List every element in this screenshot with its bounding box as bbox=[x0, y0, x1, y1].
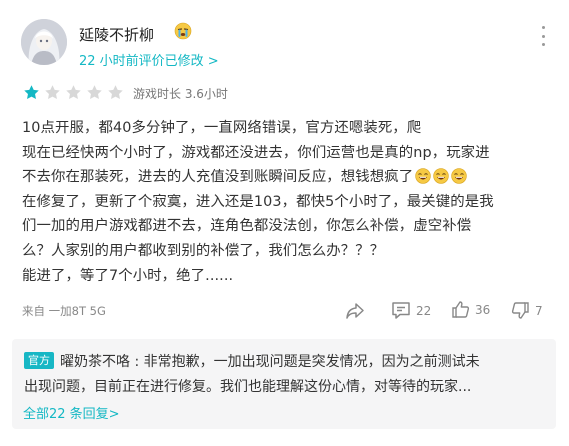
review-line: 不去你在那装死，进去的人充值没到账瞬间反应，想钱想疯了 bbox=[22, 165, 547, 190]
rating-stars bbox=[23, 84, 124, 101]
star-empty-icon bbox=[45, 85, 60, 100]
review-line: 么？人家别的用户都收到别的补偿了，我们怎么办？？？ bbox=[22, 242, 385, 259]
like-button[interactable]: 36 bbox=[451, 300, 490, 319]
comment-icon bbox=[392, 302, 410, 319]
review-card: 延陵不折柳 22 小时前评价已修改 > 游戏时长 3.6小时 10点开服，都40… bbox=[0, 0, 569, 446]
dislike-button[interactable]: 7 bbox=[511, 301, 543, 320]
official-reply[interactable]: 官方 曜奶茶不咯 : 非常抱歉，一加出现问题是突发情况，因为之前测试未 出现问题，… bbox=[12, 339, 556, 429]
more-options-icon[interactable] bbox=[536, 26, 550, 46]
comment-button[interactable]: 22 bbox=[391, 301, 431, 320]
review-line: 能进了，等了7个小时，绝了...... bbox=[22, 267, 234, 284]
star-empty-icon bbox=[66, 85, 81, 100]
grinning-sweat-emoji-icon bbox=[451, 168, 467, 184]
review-text: 10点开服，都40多分钟了，一直网络错误，官方还嗯装死，爬 现在已经快两个小时了… bbox=[22, 116, 547, 288]
comment-count: 22 bbox=[416, 303, 432, 318]
review-actions: 22 36 7 bbox=[0, 298, 569, 322]
review-line: 们一加的用户游戏都进不去，连角色都没法创，你怎么补偿，虚空补偿 bbox=[22, 218, 472, 235]
review-line: 现在已经快两个小时了，游戏都还没进去，你们运营也是真的np，玩家进 bbox=[22, 144, 490, 161]
all-replies-link[interactable]: 全部22 条回复> bbox=[23, 403, 120, 422]
review-time-edited-link[interactable]: 22 小时前评价已修改 > bbox=[79, 50, 219, 69]
share-icon bbox=[346, 303, 364, 319]
dislike-count: 7 bbox=[535, 303, 543, 318]
grinning-sweat-emoji-icon bbox=[415, 168, 431, 184]
star-empty-icon bbox=[108, 85, 123, 100]
reply-second-line: 出现问题，目前正在进行修复。我们也能理解这份心情，对等待的玩家... bbox=[24, 379, 472, 395]
crying-face-icon bbox=[174, 22, 192, 40]
star-filled-icon bbox=[24, 85, 39, 100]
like-count: 36 bbox=[475, 302, 491, 317]
reply-text: 曜奶茶不咯 : 非常抱歉，一加出现问题是突发情况，因为之前测试未 bbox=[60, 354, 480, 370]
star-empty-icon bbox=[87, 85, 102, 100]
user-avatar[interactable] bbox=[21, 19, 67, 65]
thumbs-down-icon bbox=[511, 302, 529, 319]
reply-first-line: 官方 曜奶茶不咯 : 非常抱歉，一加出现问题是突发情况，因为之前测试未 bbox=[24, 351, 480, 371]
play-time: 游戏时长 3.6小时 bbox=[133, 87, 228, 101]
thumbs-up-icon bbox=[452, 301, 470, 318]
user-name[interactable]: 延陵不折柳 bbox=[79, 24, 154, 45]
review-line: 在修复了，更新了个寂寞，进入还是103，都快5个小时了，最关键的是我 bbox=[22, 193, 494, 210]
review-line: 10点开服，都40多分钟了，一直网络错误，官方还嗯装死，爬 bbox=[22, 120, 422, 136]
share-button[interactable] bbox=[345, 302, 365, 320]
grinning-sweat-emoji-icon bbox=[433, 168, 449, 184]
official-badge: 官方 bbox=[24, 352, 54, 369]
